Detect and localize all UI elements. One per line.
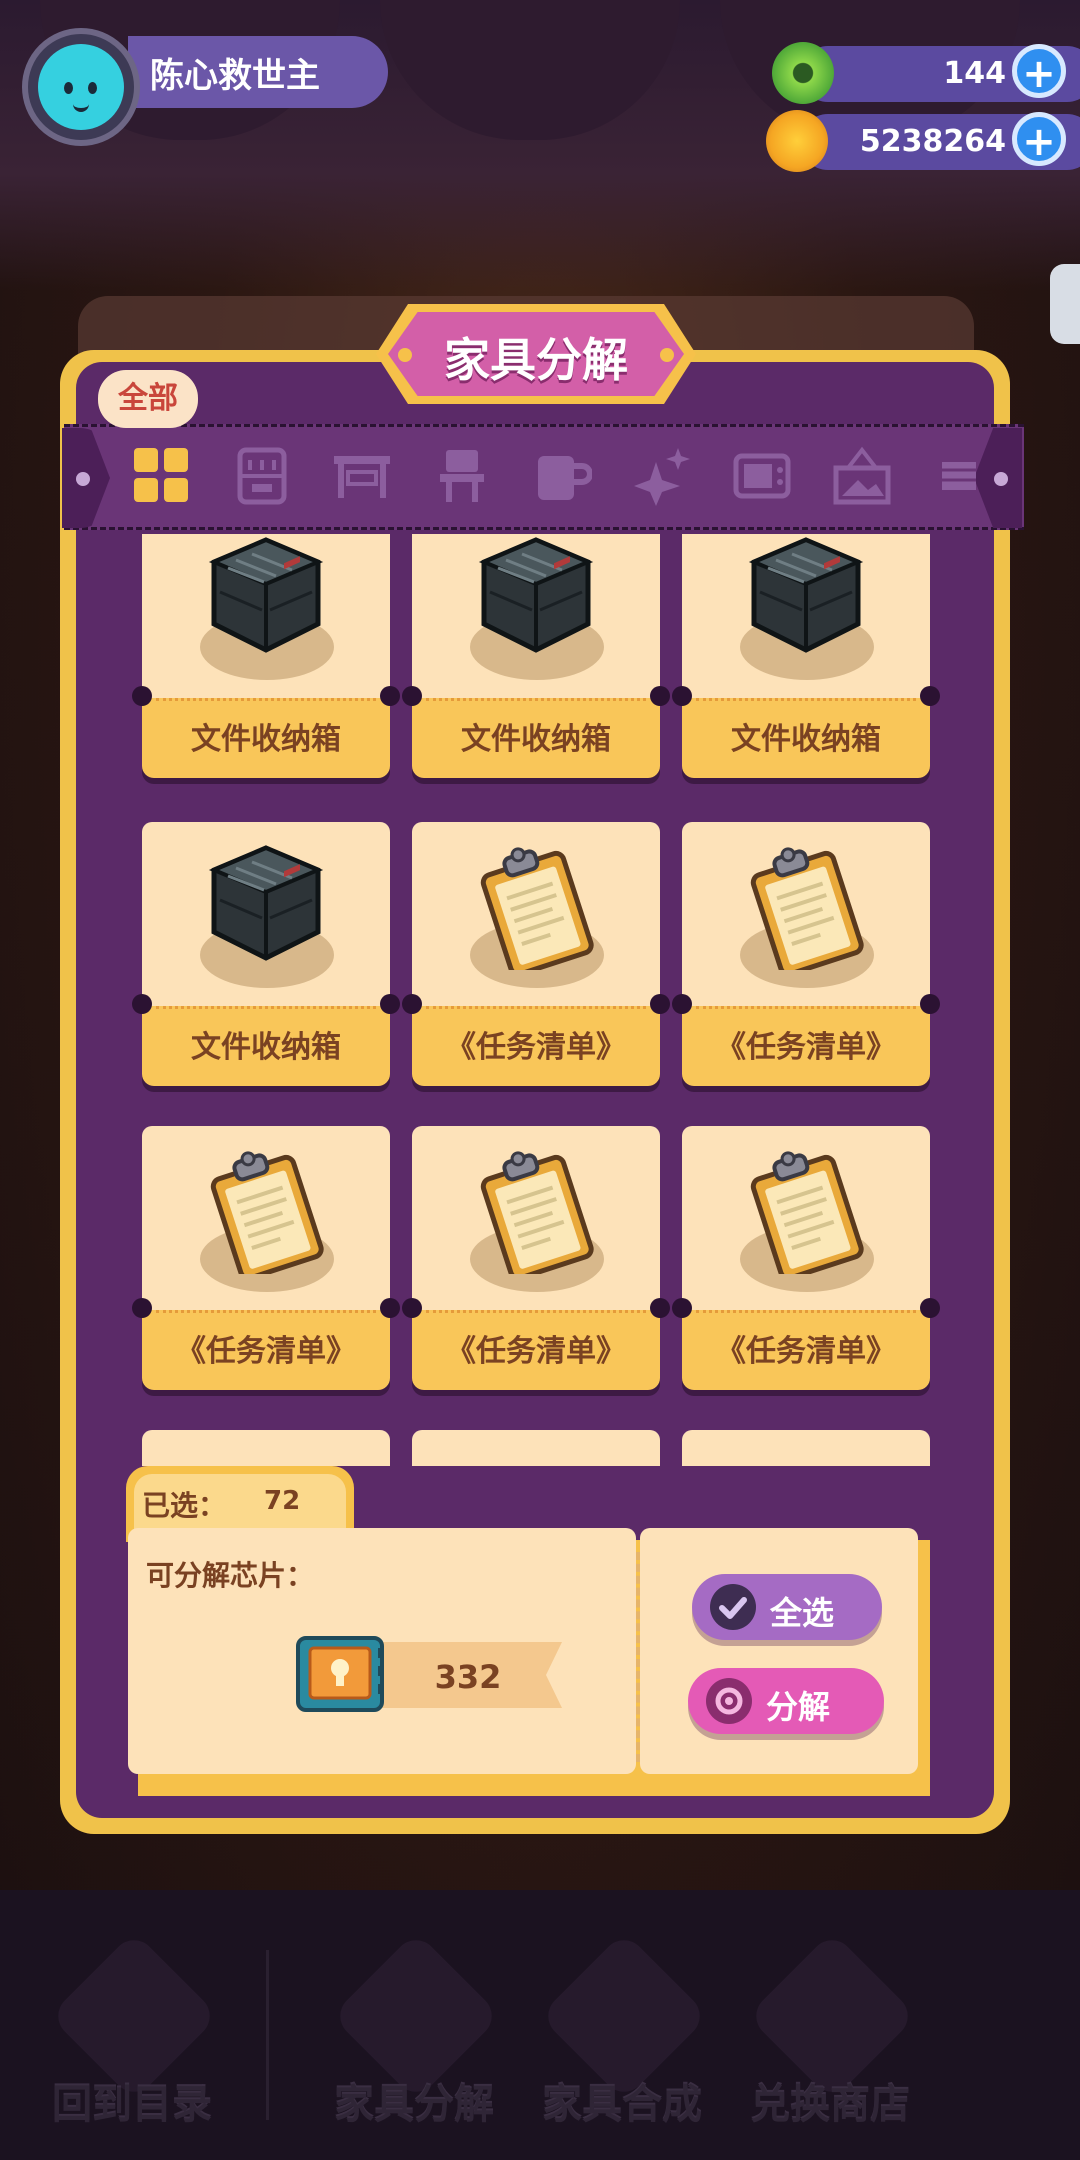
side-scissor-tab[interactable] — [1050, 264, 1080, 344]
gear-icon — [706, 1678, 752, 1724]
file-box-icon — [476, 534, 596, 662]
clipboard-icon — [206, 1144, 326, 1281]
donut-currency-value: 144 — [943, 56, 1006, 91]
furniture-card[interactable]: 《任务清单》 — [132, 1126, 400, 1390]
furniture-card[interactable] — [142, 1430, 390, 1466]
card-image-area — [682, 1430, 930, 1466]
player-name: 陈心救世主 — [150, 56, 320, 96]
action-card — [640, 1528, 918, 1774]
nav-label-synthesis: 家具合成 — [542, 2082, 702, 2128]
furniture-card[interactable]: 《任务清单》 — [402, 822, 670, 1086]
player-avatar[interactable] — [22, 28, 140, 146]
panel-title-plate: 家具分解 — [376, 304, 696, 404]
frame-icon[interactable] — [832, 446, 892, 506]
select-all-label: 全选 — [770, 1594, 835, 1632]
chips-label: 可分解芯片： — [146, 1559, 315, 1592]
cat-face-icon — [38, 44, 124, 130]
nav-label-back: 回到目录 — [52, 2082, 212, 2128]
cup-icon[interactable] — [532, 446, 593, 506]
furniture-card[interactable]: 《任务清单》 — [672, 822, 940, 1086]
chair-icon[interactable] — [432, 446, 492, 506]
clipboard-icon — [746, 840, 866, 977]
card-label: 文件收纳箱 — [461, 722, 611, 757]
furniture-card[interactable]: 文件收纳箱 — [132, 822, 400, 1086]
card-image-area — [412, 1430, 660, 1466]
card-label: 《任务清单》 — [176, 1334, 356, 1369]
table-icon[interactable] — [332, 446, 392, 506]
nav-furniture-synthesis[interactable]: 家具合成 — [522, 1931, 722, 2140]
clipboard-icon — [476, 840, 596, 977]
card-label: 《任务清单》 — [446, 1030, 626, 1065]
file-box-icon — [206, 534, 326, 662]
sparkle-icon[interactable] — [632, 446, 692, 506]
decompose-label: 分解 — [766, 1688, 831, 1726]
card-image-area — [142, 1430, 390, 1466]
nav-back-catalog[interactable]: 回到目录 — [32, 1931, 232, 2140]
furniture-card[interactable]: 文件收纳箱 — [132, 534, 400, 778]
card-label: 文件收纳箱 — [731, 722, 881, 757]
furniture-card[interactable] — [682, 1430, 930, 1466]
card-divider — [636, 1552, 640, 1762]
filter-all-bubble: 全部 — [98, 370, 198, 428]
check-icon — [710, 1584, 756, 1630]
nav-exchange-shop[interactable]: 兑换商店 — [730, 1931, 930, 2140]
selected-count: 72 — [264, 1486, 301, 1516]
grid-all-icon[interactable] — [132, 446, 192, 506]
card-label: 文件收纳箱 — [191, 722, 341, 757]
nav-furniture-decompose[interactable]: 家具分解 — [314, 1931, 514, 2140]
furniture-card[interactable]: 文件收纳箱 — [672, 534, 940, 778]
chip-count: 332 — [434, 1658, 502, 1696]
file-box-icon — [746, 534, 866, 662]
partial-category-icon[interactable] — [932, 446, 976, 506]
nav-label-shop: 兑换商店 — [750, 2082, 910, 2128]
card-label: 《任务清单》 — [716, 1030, 896, 1065]
coin-currency-value: 5238264 — [859, 124, 1006, 159]
card-label: 文件收纳箱 — [191, 1030, 341, 1065]
card-label: 《任务清单》 — [446, 1334, 626, 1369]
furniture-card[interactable]: 文件收纳箱 — [402, 534, 670, 778]
clipboard-icon — [476, 1144, 596, 1281]
select-all-button[interactable]: 全选 — [692, 1574, 882, 1640]
card-label: 《任务清单》 — [716, 1334, 896, 1369]
tv-icon[interactable] — [732, 446, 792, 506]
selected-label: 已选： — [142, 1489, 227, 1522]
nav-label-decompose: 家具分解 — [334, 2082, 494, 2128]
cabinet-icon[interactable] — [232, 446, 292, 506]
furniture-grid: 文件收纳箱 文件收纳箱 文件收纳箱 文件收纳箱 《任务清单》 《任务清单》 《任务清单》 《任… — [76, 534, 994, 1466]
decompose-button[interactable]: 分解 — [688, 1668, 884, 1734]
add-donut-button[interactable]: + — [1012, 44, 1066, 98]
nav-separator — [266, 1950, 269, 2120]
chip-icon — [294, 1634, 386, 1714]
panel-title: 家具分解 — [444, 333, 628, 387]
furniture-card[interactable]: 《任务清单》 — [672, 1126, 940, 1390]
clipboard-icon — [746, 1144, 866, 1281]
furniture-card[interactable]: 《任务清单》 — [402, 1126, 670, 1390]
add-coin-button[interactable]: + — [1012, 112, 1066, 166]
file-box-icon — [206, 840, 326, 970]
furniture-card[interactable] — [412, 1430, 660, 1466]
